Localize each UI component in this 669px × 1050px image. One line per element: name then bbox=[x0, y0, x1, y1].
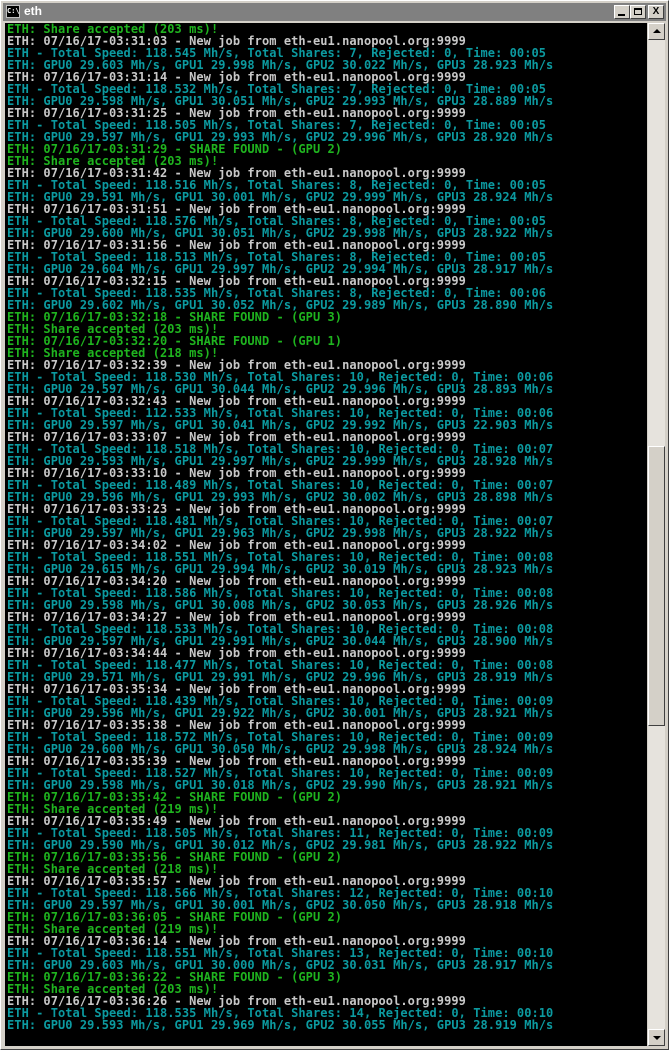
console-output: ETH: Share accepted (203 ms)! ETH: 07/16/… bbox=[5, 23, 647, 1046]
window-title: eth bbox=[24, 4, 42, 18]
console-app-icon[interactable]: C:\ bbox=[6, 5, 20, 18]
minimize-button[interactable] bbox=[614, 5, 630, 19]
scroll-down-button[interactable] bbox=[648, 1029, 665, 1046]
vertical-scrollbar[interactable] bbox=[648, 23, 665, 1046]
close-icon: X bbox=[652, 6, 660, 17]
scroll-up-button[interactable] bbox=[648, 23, 665, 40]
arrow-down-icon bbox=[653, 1036, 661, 1040]
maximize-icon bbox=[634, 8, 642, 15]
title-bar[interactable]: C:\ eth X bbox=[3, 3, 666, 21]
arrow-up-icon bbox=[653, 29, 661, 33]
console-line: ETH: GPU0 29.593 Mh/s, GPU1 29.969 Mh/s,… bbox=[7, 1018, 554, 1032]
scrollbar-thumb[interactable] bbox=[648, 446, 665, 726]
minimize-icon bbox=[618, 14, 625, 16]
close-button[interactable]: X bbox=[648, 5, 664, 19]
maximize-button[interactable] bbox=[630, 5, 646, 19]
console-window: C:\ eth X ETH: Share accepted (203 ms)! E… bbox=[0, 0, 669, 1050]
